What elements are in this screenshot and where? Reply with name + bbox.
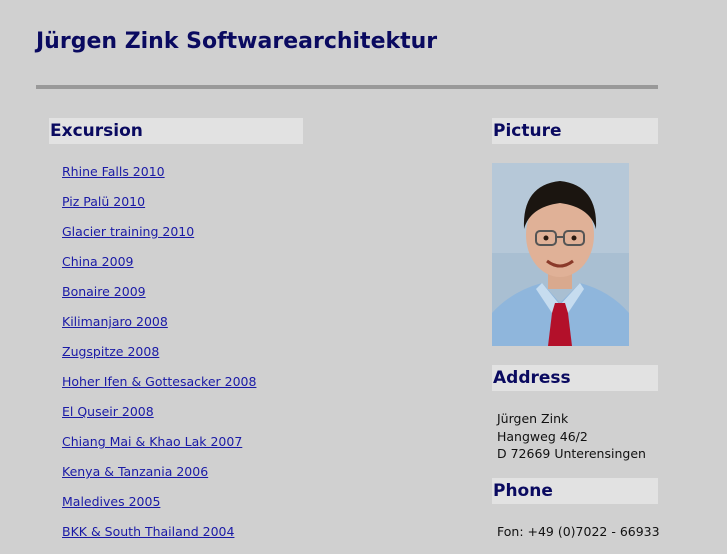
list-item: Piz Palü 2010 bbox=[62, 194, 256, 224]
excursion-link-rhine-falls[interactable]: Rhine Falls 2010 bbox=[62, 164, 165, 179]
site-title: Jürgen Zink Softwarearchitektur bbox=[36, 29, 438, 54]
list-item: Bonaire 2009 bbox=[62, 284, 256, 314]
excursion-link-glacier-training[interactable]: Glacier training 2010 bbox=[62, 224, 194, 239]
list-item: BKK & South Thailand 2004 bbox=[62, 524, 256, 554]
excursion-link-el-quseir[interactable]: El Quseir 2008 bbox=[62, 404, 154, 419]
address-name: Jürgen Zink bbox=[497, 411, 569, 426]
excursion-heading: Excursion bbox=[49, 118, 303, 144]
phone-heading: Phone bbox=[492, 478, 658, 504]
list-item: Zugspitze 2008 bbox=[62, 344, 256, 374]
address-block: Jürgen Zink Hangweg 46/2 D 72669 Unteren… bbox=[497, 410, 646, 463]
phone-block: Fon: +49 (0)7022 - 66933 bbox=[497, 523, 660, 541]
address-heading: Address bbox=[492, 365, 658, 391]
excursion-link-bkk-thailand[interactable]: BKK & South Thailand 2004 bbox=[62, 524, 234, 539]
portrait-photo bbox=[492, 163, 629, 346]
list-item: Rhine Falls 2010 bbox=[62, 164, 256, 194]
list-item: Kenya & Tanzania 2006 bbox=[62, 464, 256, 494]
address-street: Hangweg 46/2 bbox=[497, 428, 588, 444]
excursion-link-chiang-mai[interactable]: Chiang Mai & Khao Lak 2007 bbox=[62, 434, 242, 449]
list-item: Glacier training 2010 bbox=[62, 224, 256, 254]
header-divider bbox=[36, 85, 658, 89]
excursion-link-zugspitze[interactable]: Zugspitze 2008 bbox=[62, 344, 159, 359]
excursion-link-bonaire[interactable]: Bonaire 2009 bbox=[62, 284, 146, 299]
list-item: Hoher Ifen & Gottesacker 2008 bbox=[62, 374, 256, 404]
phone-fon: Fon: +49 (0)7022 - 66933 bbox=[497, 524, 660, 539]
list-item: Kilimanjaro 2008 bbox=[62, 314, 256, 344]
address-city: D 72669 Unterensingen bbox=[497, 446, 646, 461]
list-item: Chiang Mai & Khao Lak 2007 bbox=[62, 434, 256, 464]
excursion-link-kenya-tanzania[interactable]: Kenya & Tanzania 2006 bbox=[62, 464, 208, 479]
excursion-link-piz-palu[interactable]: Piz Palü 2010 bbox=[62, 194, 145, 209]
excursion-list: Rhine Falls 2010 Piz Palü 2010 Glacier t… bbox=[62, 164, 256, 554]
list-item: Maledives 2005 bbox=[62, 494, 256, 524]
list-item: China 2009 bbox=[62, 254, 256, 284]
excursion-link-hoher-ifen[interactable]: Hoher Ifen & Gottesacker 2008 bbox=[62, 374, 256, 389]
excursion-link-kilimanjaro[interactable]: Kilimanjaro 2008 bbox=[62, 314, 168, 329]
list-item: El Quseir 2008 bbox=[62, 404, 256, 434]
excursion-link-china[interactable]: China 2009 bbox=[62, 254, 134, 269]
picture-heading: Picture bbox=[492, 118, 658, 144]
excursion-link-maledives[interactable]: Maledives 2005 bbox=[62, 494, 160, 509]
